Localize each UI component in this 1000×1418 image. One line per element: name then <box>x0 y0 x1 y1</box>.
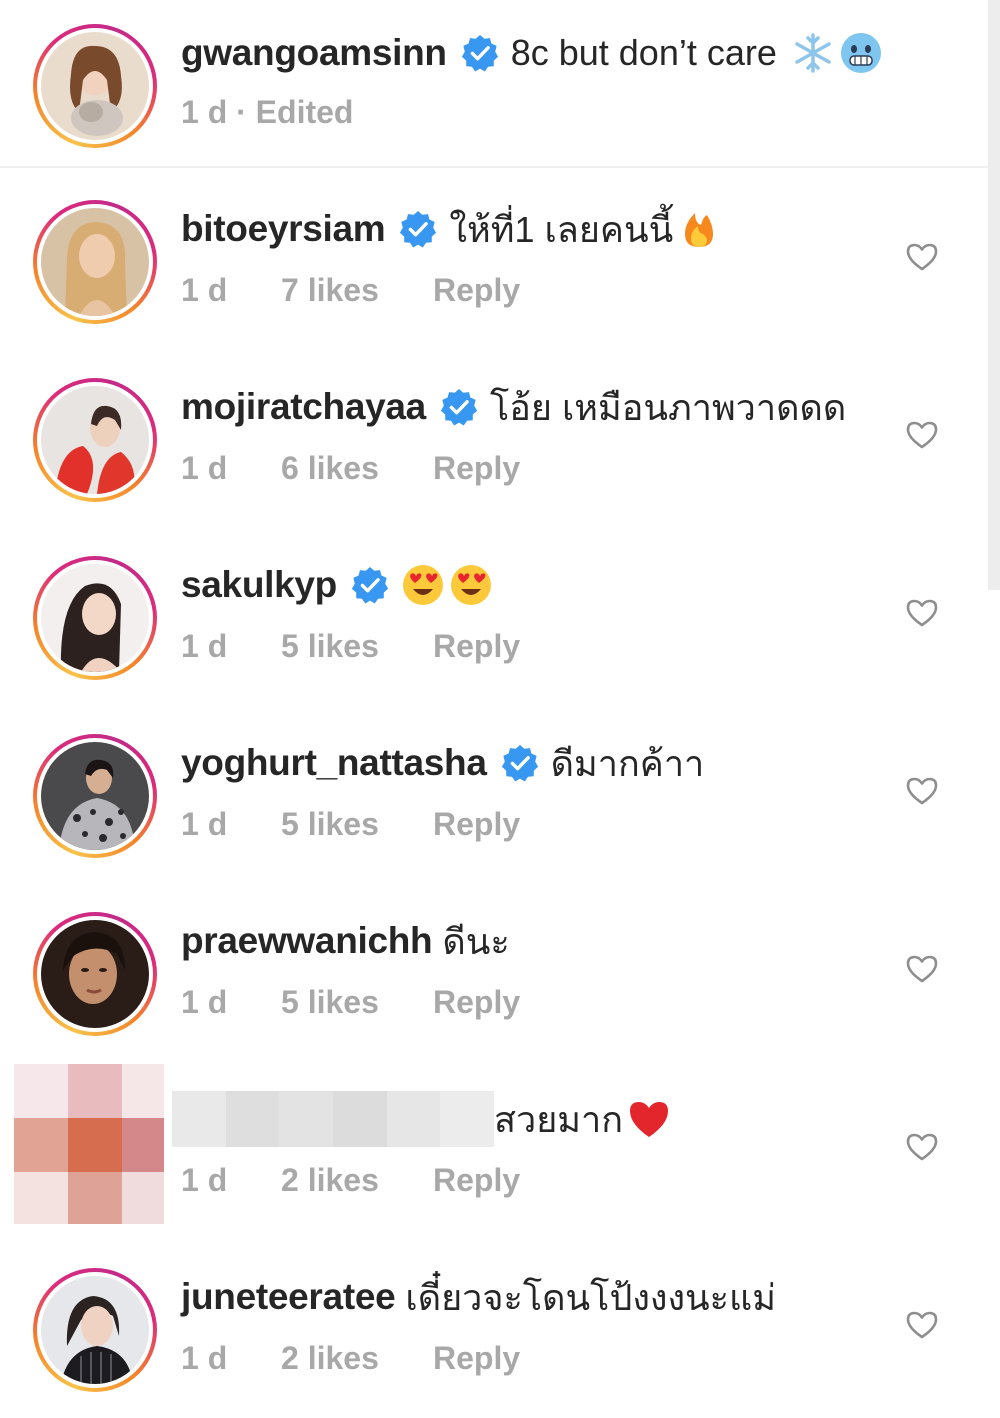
post-caption: gwangoamsinn 8c but don’t care 1 d · Edi… <box>0 0 988 168</box>
comment-time: 1 d <box>181 627 228 664</box>
comment-text: เดี๋ยวจะโดนโป้งงงนะแม่ <box>405 1276 776 1318</box>
likes-count[interactable]: 5 likes <box>281 806 433 843</box>
comment-time: 1 d <box>181 1161 228 1198</box>
reply-button[interactable]: Reply <box>433 984 520 1021</box>
comment-time: 1 d <box>181 271 228 308</box>
fire-emoji-icon <box>685 213 714 247</box>
avatar[interactable] <box>33 378 157 502</box>
likes-count[interactable]: 2 likes <box>281 1162 433 1199</box>
comment-text: โอ้ย เหมือนภาพวาดดด <box>489 386 847 428</box>
comment-text: ดีนะ <box>442 920 510 962</box>
comment-text: สวยมาก <box>494 1098 624 1140</box>
comment-item: bitoeyrsiam ให้ที่1 เลยคนนี้ 1 d 7 likes… <box>0 166 988 344</box>
avatar[interactable] <box>33 200 157 324</box>
like-heart-icon[interactable] <box>905 1130 939 1164</box>
reply-button[interactable]: Reply <box>433 1340 520 1377</box>
verified-badge-icon <box>461 34 498 72</box>
likes-count[interactable]: 7 likes <box>281 272 433 309</box>
scrollbar[interactable] <box>988 0 1000 590</box>
caption-meta-text: 1 d · Edited <box>181 93 354 130</box>
heart-eyes-emoji-icon <box>402 565 443 605</box>
like-heart-icon[interactable] <box>905 596 939 630</box>
avatar[interactable] <box>33 24 157 148</box>
verified-badge-icon <box>400 210 437 248</box>
verified-badge-icon <box>351 566 389 604</box>
comment-time: 1 d <box>181 805 228 842</box>
like-heart-icon[interactable] <box>905 952 939 986</box>
reply-button[interactable]: Reply <box>433 806 520 843</box>
comment-text: ให้ที่1 เลยคนนี้ <box>449 208 674 250</box>
likes-count[interactable]: 6 likes <box>281 450 433 487</box>
redacted-username <box>172 1091 494 1147</box>
comment-username[interactable]: juneteeratee <box>181 1276 396 1318</box>
heart-eyes-emoji-icon <box>450 565 491 605</box>
comment-username[interactable]: mojiratchayaa <box>181 386 426 428</box>
avatar[interactable] <box>33 556 157 680</box>
comment-item: yoghurt_nattasha ดีมากค้าา 1 d 5 likes R… <box>0 700 988 878</box>
caption-text: 8c but don’t care <box>510 32 777 73</box>
verified-badge-icon <box>501 744 538 782</box>
avatar[interactable] <box>33 912 157 1036</box>
comment-item: juneteeratee เดี๋ยวจะโดนโป้งงงนะแม่ 1 d … <box>0 1234 988 1412</box>
redacted-avatar <box>14 1064 164 1224</box>
like-heart-icon[interactable] <box>905 240 939 274</box>
caption-line: gwangoamsinn 8c but don’t care <box>181 28 883 78</box>
caption-username[interactable]: gwangoamsinn <box>181 32 447 74</box>
comment-item: sakulkyp 1 d 5 likes Reply <box>0 522 988 700</box>
reply-button[interactable]: Reply <box>433 450 520 487</box>
comment-item: praewwanichh ดีนะ 1 d 5 likes Reply <box>0 878 988 1056</box>
reply-button[interactable]: Reply <box>433 1162 520 1199</box>
avatar[interactable] <box>33 1268 157 1392</box>
likes-count[interactable]: 2 likes <box>281 1340 433 1377</box>
comment-item: สวยมาก 1 d 2 likes Reply <box>0 1056 988 1234</box>
avatar[interactable] <box>33 734 157 858</box>
like-heart-icon[interactable] <box>905 418 939 452</box>
comment-username[interactable]: praewwanichh <box>181 920 433 962</box>
reply-button[interactable]: Reply <box>433 628 520 665</box>
comment-time: 1 d <box>181 983 228 1020</box>
comment-username[interactable]: bitoeyrsiam <box>181 208 386 250</box>
comment-username[interactable]: yoghurt_nattasha <box>181 742 487 784</box>
like-heart-icon[interactable] <box>905 774 939 808</box>
red-heart-emoji-icon <box>630 1102 669 1137</box>
comment-time: 1 d <box>181 449 228 486</box>
comment-time: 1 d <box>181 1339 228 1376</box>
comment-text: ดีมากค้าา <box>550 742 705 784</box>
like-heart-icon[interactable] <box>905 1308 939 1342</box>
likes-count[interactable]: 5 likes <box>281 628 433 665</box>
caption-meta: 1 d · Edited <box>181 92 353 132</box>
likes-count[interactable]: 5 likes <box>281 984 433 1021</box>
comment-item: mojiratchayaa โอ้ย เหมือนภาพวาดดด 1 d 6 … <box>0 344 988 522</box>
comment-username[interactable]: sakulkyp <box>181 564 337 606</box>
cold-face-emoji-icon <box>840 33 881 73</box>
reply-button[interactable]: Reply <box>433 272 520 309</box>
snowflake-emoji-icon <box>795 33 831 73</box>
verified-badge-icon <box>440 388 478 426</box>
